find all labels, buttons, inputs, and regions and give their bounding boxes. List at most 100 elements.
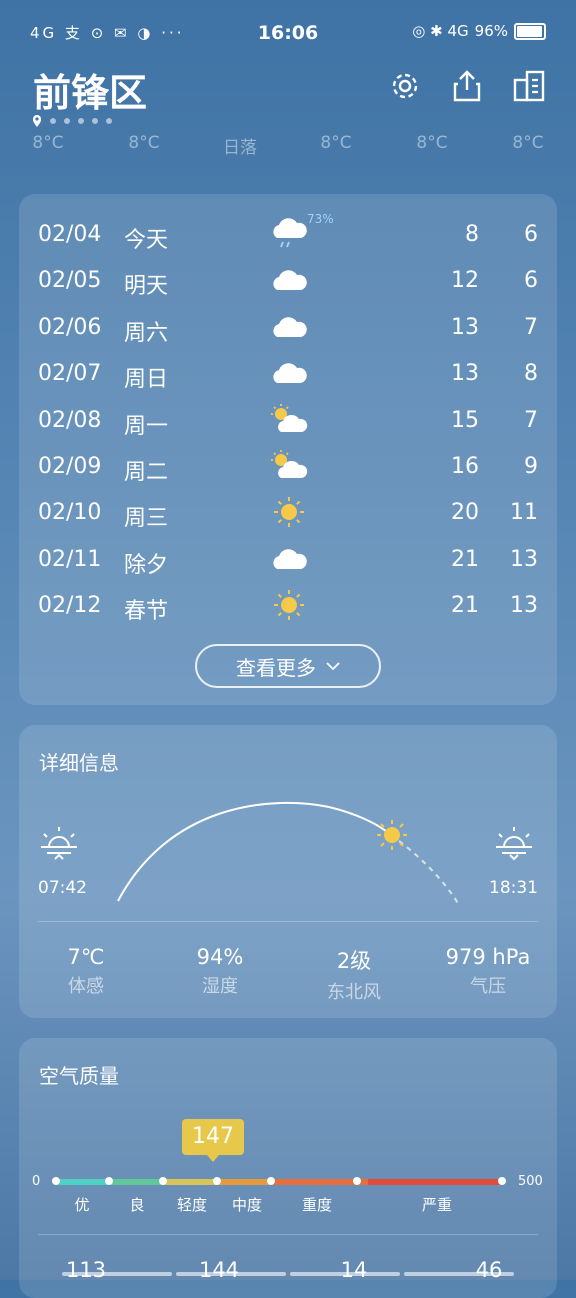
forecast-day: 周二	[124, 460, 169, 485]
view-more-button[interactable]: 查看更多	[195, 644, 381, 688]
divider	[38, 1234, 538, 1235]
forecast-day: 周三	[124, 506, 169, 532]
forecast-date: 02/05	[38, 268, 102, 294]
sun-arc	[41, 802, 532, 906]
status-bar: 4G 支 ⊙ ✉ ◑ ··· 16:06 ◎ ✱ 4G 96%	[0, 0, 576, 66]
sun-position-icon	[377, 820, 407, 850]
view-more-label: 查看更多	[236, 655, 316, 680]
stat-humidity: 94% 湿度	[153, 945, 287, 998]
sun-icon	[269, 587, 309, 623]
battery-icon	[514, 22, 546, 40]
sun-icon	[269, 494, 309, 530]
forecast-day: 春节	[124, 599, 169, 625]
forecast-high: 13	[451, 361, 479, 387]
forecast-row[interactable]: 02/12 春节 21 13	[19, 583, 557, 629]
sunrise-time: 07:42	[38, 878, 87, 898]
city-manage-icon[interactable]	[512, 68, 546, 104]
cloud-icon	[269, 541, 309, 577]
aqi-level-label: 重度	[301, 1196, 333, 1214]
forecast-low: 13	[510, 546, 538, 572]
aqi-scale-max: 500	[518, 1174, 543, 1189]
forecast-low: 8	[524, 361, 538, 387]
air-quality-card[interactable]: 空气质量 147 0 500 优 良 轻度 中度 重度 严重 113 144 1…	[19, 1038, 557, 1298]
forecast-row[interactable]: 02/09 周二 16 9	[19, 444, 557, 490]
forecast-row[interactable]: 02/07 周日 13 8	[19, 351, 557, 397]
forecast-date: 02/04	[38, 222, 102, 247]
page-indicator	[32, 114, 112, 128]
hourly-item: 8°C	[128, 133, 160, 153]
status-icons-right: ◎ ✱ 4G 96%	[412, 22, 546, 40]
forecast-row[interactable]: 02/08 周一 15 7	[19, 398, 557, 444]
cloud-icon	[269, 309, 309, 345]
forecast-low: 7	[524, 314, 538, 340]
forecast-date: 02/07	[38, 361, 102, 387]
stat-label: 体感	[68, 976, 104, 997]
forecast-low: 6	[524, 222, 538, 247]
forecast-high: 8	[465, 222, 479, 247]
forecast-day: 今天	[124, 228, 169, 253]
page-dot[interactable]	[78, 118, 84, 124]
aqi-tick	[498, 1177, 506, 1185]
details-card: 详细信息 07:42 18:31 7℃ 体感 94% 湿度 2级 东北风 979…	[19, 725, 557, 1018]
forecast-low: 11	[510, 500, 538, 526]
forecast-row[interactable]: 02/04 今天 73% 8 6	[19, 212, 557, 258]
aqi-tick	[213, 1177, 221, 1185]
location-pin-icon	[33, 115, 41, 127]
stat-value: 2级	[336, 949, 372, 973]
forecast-row[interactable]: 02/05 明天 12 6	[19, 258, 557, 304]
city-title[interactable]: 前锋区	[33, 62, 147, 117]
forecast-day: 周六	[124, 320, 169, 346]
battery-percent: 96%	[474, 22, 508, 40]
forecast-low: 13	[510, 593, 538, 619]
forecast-row[interactable]: 02/11 除夕 21 13	[19, 537, 557, 583]
page-dot[interactable]	[92, 118, 98, 124]
stat-label: 东北风	[327, 982, 381, 1003]
sunset-time: 18:31	[489, 878, 538, 898]
sunset-icon	[496, 827, 532, 861]
divider	[38, 921, 538, 922]
page-dot[interactable]	[106, 118, 112, 124]
rain-cloud-icon	[269, 216, 309, 252]
stat-value: 94%	[196, 945, 244, 969]
precip-probability: 73%	[307, 212, 334, 226]
page-dot[interactable]	[64, 118, 70, 124]
aqi-tick	[267, 1177, 275, 1185]
share-icon[interactable]	[450, 68, 484, 104]
aqi-scale-min: 0	[32, 1174, 41, 1189]
hourly-strip[interactable]: 8°C 8°C 日落 8°C 8°C 8°C	[0, 133, 576, 158]
aqi-level-label: 严重	[421, 1196, 453, 1214]
network-icons: ◎ ✱ 4G	[412, 22, 469, 40]
forecast-high: 13	[451, 314, 479, 340]
forecast-date: 02/06	[38, 314, 102, 340]
stat-value: 7℃	[67, 945, 105, 969]
forecast-row[interactable]: 02/06 周六 13 7	[19, 305, 557, 351]
forecast-date: 02/10	[38, 500, 102, 526]
aqi-level-label: 轻度	[176, 1196, 208, 1214]
stat-wind: 2级 东北风	[287, 945, 421, 1004]
forecast-high: 20	[451, 500, 479, 526]
hourly-item: 日落	[223, 138, 257, 158]
cloud-icon	[269, 355, 309, 391]
forecast-high: 16	[451, 454, 479, 479]
forecast-date: 02/08	[38, 407, 102, 433]
forecast-date: 02/12	[38, 593, 102, 619]
partly-cloudy-icon	[269, 402, 309, 438]
forecast-low: 7	[524, 407, 538, 433]
forecast-row[interactable]: 02/10 周三 20 11	[19, 490, 557, 536]
forecast-low: 6	[524, 268, 538, 294]
stat-pressure: 979 hPa 气压	[421, 945, 555, 998]
aqi-tick	[353, 1177, 361, 1185]
hourly-item: 8°C	[512, 133, 544, 153]
forecast-date: 02/11	[38, 546, 102, 572]
stat-label: 湿度	[202, 976, 238, 997]
aqi-tick	[159, 1177, 167, 1185]
details-title: 详细信息	[39, 751, 119, 775]
settings-gear-icon[interactable]	[388, 68, 422, 104]
forecast-day: 明天	[124, 274, 169, 300]
forecast-day: 周日	[124, 367, 169, 393]
stat-feels-like: 7℃ 体感	[19, 945, 153, 998]
forecast-date: 02/09	[38, 454, 102, 479]
page-dot[interactable]	[50, 118, 56, 124]
forecast-low: 9	[524, 454, 538, 479]
gesture-bar	[0, 1272, 576, 1280]
